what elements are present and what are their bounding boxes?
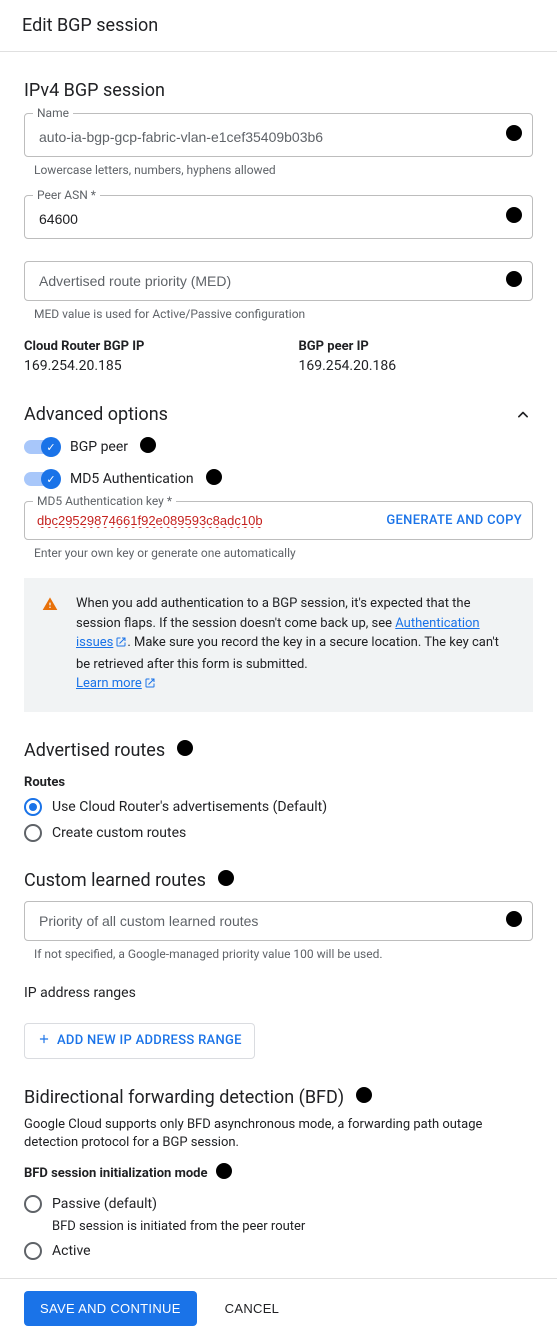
bfd-title: Bidirectional forwarding detection (BFD) <box>24 1087 344 1108</box>
bfd-passive-sublabel: BFD session is initiated from the peer r… <box>52 1219 533 1234</box>
radio-icon <box>24 1195 42 1213</box>
name-input[interactable] <box>37 128 492 146</box>
routes-label: Routes <box>24 775 533 790</box>
md5-auth-toggle-label: MD5 Authentication <box>70 471 194 487</box>
routes-default-radio[interactable]: Use Cloud Router's advertisements (Defau… <box>24 798 533 816</box>
bfd-passive-radio[interactable]: Passive (default) <box>24 1195 533 1213</box>
external-link-icon <box>115 635 127 655</box>
priority-field[interactable] <box>24 901 533 941</box>
add-ip-range-label: ADD NEW IP ADDRESS RANGE <box>57 1033 242 1048</box>
routes-custom-label: Create custom routes <box>52 825 186 841</box>
name-field[interactable]: Name <box>24 113 533 157</box>
help-icon[interactable] <box>177 740 193 760</box>
plus-icon <box>37 1032 51 1050</box>
advanced-options-title: Advanced options <box>24 404 168 425</box>
auth-warning-box: When you add authentication to a BGP ses… <box>24 578 533 712</box>
warning-icon <box>42 596 58 696</box>
bfd-description: Google Cloud supports only BFD asynchron… <box>24 1116 533 1152</box>
ipv4-section-title: IPv4 BGP session <box>24 80 533 101</box>
radio-icon <box>24 1242 42 1260</box>
med-input[interactable] <box>37 272 492 290</box>
radio-icon <box>24 798 42 816</box>
help-icon[interactable] <box>506 271 522 291</box>
cloud-router-ip-value: 169.254.20.185 <box>24 358 259 374</box>
page-title: Edit BGP session <box>0 0 557 52</box>
external-link-icon <box>144 676 156 696</box>
priority-hint: If not specified, a Google-managed prior… <box>34 947 533 961</box>
peer-asn-input[interactable] <box>37 210 492 228</box>
chevron-up-icon[interactable] <box>513 405 533 425</box>
peer-asn-label: Peer ASN * <box>33 188 100 202</box>
med-hint: MED value is used for Active/Passive con… <box>34 307 533 321</box>
cloud-router-ip-label: Cloud Router BGP IP <box>24 339 259 354</box>
help-icon[interactable] <box>140 437 156 457</box>
bfd-active-radio[interactable]: Active <box>24 1242 533 1260</box>
md5-key-hint: Enter your own key or generate one autom… <box>34 546 533 560</box>
name-hint: Lowercase letters, numbers, hyphens allo… <box>34 163 533 177</box>
save-and-continue-button[interactable]: SAVE AND CONTINUE <box>24 1291 197 1326</box>
md5-auth-toggle[interactable]: ✓ <box>24 472 58 486</box>
name-label: Name <box>33 106 73 120</box>
med-field[interactable] <box>24 261 533 301</box>
generate-and-copy-button[interactable]: GENERATE AND COPY <box>386 513 522 528</box>
routes-custom-radio[interactable]: Create custom routes <box>24 824 533 842</box>
bfd-active-label: Active <box>52 1243 91 1259</box>
help-icon[interactable] <box>506 125 522 145</box>
md5-key-label: MD5 Authentication key * <box>33 494 176 508</box>
routes-default-label: Use Cloud Router's advertisements (Defau… <box>52 799 327 815</box>
help-icon[interactable] <box>206 469 222 489</box>
help-icon[interactable] <box>506 207 522 227</box>
help-icon[interactable] <box>218 870 234 890</box>
bgp-peer-ip-label: BGP peer IP <box>299 339 534 354</box>
radio-icon <box>24 824 42 842</box>
help-icon[interactable] <box>216 1163 232 1183</box>
md5-key-field[interactable]: MD5 Authentication key * GENERATE AND CO… <box>24 501 533 540</box>
cancel-button[interactable]: CANCEL <box>219 1300 286 1317</box>
peer-asn-field[interactable]: Peer ASN * <box>24 195 533 239</box>
help-icon[interactable] <box>506 911 522 931</box>
bgp-peer-toggle[interactable]: ✓ <box>24 440 58 454</box>
warning-text-2: . Make sure you record the key in a secu… <box>76 635 499 672</box>
bfd-passive-label: Passive (default) <box>52 1196 157 1212</box>
ip-ranges-title: IP address ranges <box>24 985 533 1001</box>
advertised-routes-title: Advertised routes <box>24 740 165 761</box>
help-icon[interactable] <box>356 1087 372 1107</box>
custom-learned-routes-title: Custom learned routes <box>24 870 206 891</box>
priority-input[interactable] <box>37 912 492 930</box>
bgp-peer-toggle-label: BGP peer <box>70 439 128 455</box>
bfd-mode-label: BFD session initialization mode <box>24 1166 208 1181</box>
bgp-peer-ip-value: 169.254.20.186 <box>299 358 534 374</box>
md5-key-input[interactable] <box>35 512 378 529</box>
add-ip-range-button[interactable]: ADD NEW IP ADDRESS RANGE <box>24 1023 255 1059</box>
learn-more-link[interactable]: Learn more <box>76 676 156 691</box>
